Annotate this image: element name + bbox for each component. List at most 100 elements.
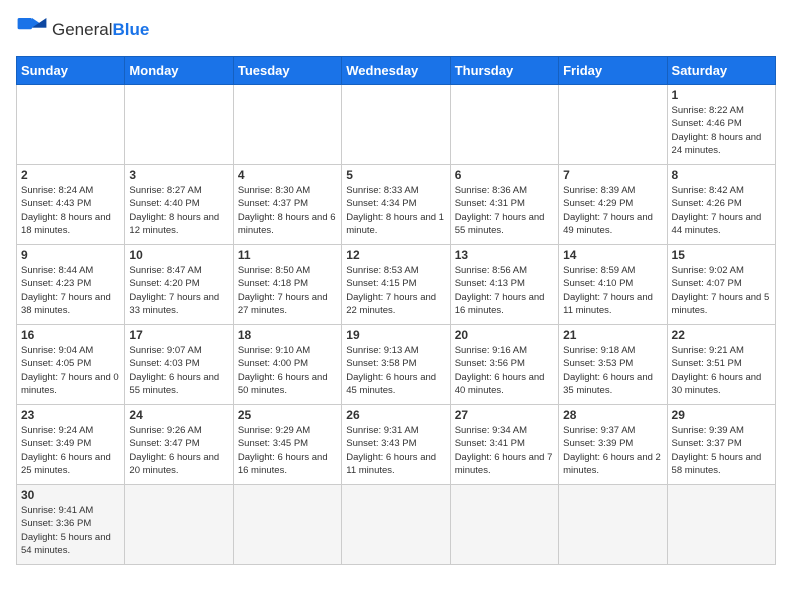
day-info: Sunrise: 9:04 AM Sunset: 4:05 PM Dayligh… bbox=[21, 344, 120, 397]
calendar-cell-5-7: 29 Sunrise: 9:39 AM Sunset: 3:37 PM Dayli… bbox=[667, 405, 775, 485]
calendar-cell-6-4 bbox=[342, 485, 450, 565]
weekday-header-thursday: Thursday bbox=[450, 57, 558, 85]
day-number: 3 bbox=[129, 168, 228, 182]
day-info: Sunrise: 9:26 AM Sunset: 3:47 PM Dayligh… bbox=[129, 424, 228, 477]
weekday-header-wednesday: Wednesday bbox=[342, 57, 450, 85]
day-number: 13 bbox=[455, 248, 554, 262]
weekday-header-monday: Monday bbox=[125, 57, 233, 85]
day-number: 8 bbox=[672, 168, 771, 182]
calendar-cell-3-4: 12Sunrise: 8:53 AM Sunset: 4:15 PM Dayli… bbox=[342, 245, 450, 325]
calendar-cell-2-4: 5 Sunrise: 8:33 AM Sunset: 4:34 PM Daylig… bbox=[342, 165, 450, 245]
calendar-cell-4-7: 22Sunrise: 9:21 AM Sunset: 3:51 PM Dayli… bbox=[667, 325, 775, 405]
day-number: 27 bbox=[455, 408, 554, 422]
day-info: Sunrise: 8:53 AM Sunset: 4:15 PM Dayligh… bbox=[346, 264, 445, 317]
day-info: Sunrise: 9:18 AM Sunset: 3:53 PM Dayligh… bbox=[563, 344, 662, 397]
week-row-5: 23 Sunrise: 9:24 AM Sunset: 3:49 PM Dayli… bbox=[17, 405, 776, 485]
calendar-cell-3-3: 11 Sunrise: 8:50 AM Sunset: 4:18 PM Dayli… bbox=[233, 245, 341, 325]
calendar-cell-5-6: 28 Sunrise: 9:37 AM Sunset: 3:39 PM Dayli… bbox=[559, 405, 667, 485]
day-number: 10 bbox=[129, 248, 228, 262]
calendar-cell-4-2: 17Sunrise: 9:07 AM Sunset: 4:03 PM Dayli… bbox=[125, 325, 233, 405]
calendar-cell-5-2: 24 Sunrise: 9:26 AM Sunset: 3:47 PM Dayli… bbox=[125, 405, 233, 485]
day-info: Sunrise: 8:33 AM Sunset: 4:34 PM Dayligh… bbox=[346, 184, 445, 237]
day-info: Sunrise: 9:16 AM Sunset: 3:56 PM Dayligh… bbox=[455, 344, 554, 397]
day-info: Sunrise: 9:37 AM Sunset: 3:39 PM Dayligh… bbox=[563, 424, 662, 477]
day-info: Sunrise: 9:34 AM Sunset: 3:41 PM Dayligh… bbox=[455, 424, 554, 477]
day-info: Sunrise: 8:56 AM Sunset: 4:13 PM Dayligh… bbox=[455, 264, 554, 317]
calendar-cell-1-2 bbox=[125, 85, 233, 165]
day-number: 6 bbox=[455, 168, 554, 182]
day-number: 26 bbox=[346, 408, 445, 422]
calendar-cell-4-5: 20 Sunrise: 9:16 AM Sunset: 3:56 PM Dayli… bbox=[450, 325, 558, 405]
calendar-cell-6-1: 30Sunrise: 9:41 AM Sunset: 3:36 PM Dayli… bbox=[17, 485, 125, 565]
day-info: Sunrise: 9:39 AM Sunset: 3:37 PM Dayligh… bbox=[672, 424, 771, 477]
day-info: Sunrise: 8:47 AM Sunset: 4:20 PM Dayligh… bbox=[129, 264, 228, 317]
day-info: Sunrise: 8:44 AM Sunset: 4:23 PM Dayligh… bbox=[21, 264, 120, 317]
day-number: 28 bbox=[563, 408, 662, 422]
day-number: 20 bbox=[455, 328, 554, 342]
calendar-cell-2-7: 8Sunrise: 8:42 AM Sunset: 4:26 PM Daylig… bbox=[667, 165, 775, 245]
calendar-cell-1-5 bbox=[450, 85, 558, 165]
day-number: 9 bbox=[21, 248, 120, 262]
day-info: Sunrise: 9:31 AM Sunset: 3:43 PM Dayligh… bbox=[346, 424, 445, 477]
calendar-cell-2-1: 2 Sunrise: 8:24 AM Sunset: 4:43 PM Daylig… bbox=[17, 165, 125, 245]
day-number: 16 bbox=[21, 328, 120, 342]
calendar-cell-3-7: 15Sunrise: 9:02 AM Sunset: 4:07 PM Dayli… bbox=[667, 245, 775, 325]
day-number: 11 bbox=[238, 248, 337, 262]
day-info: Sunrise: 8:22 AM Sunset: 4:46 PM Dayligh… bbox=[672, 104, 771, 157]
day-number: 2 bbox=[21, 168, 120, 182]
calendar-cell-1-1 bbox=[17, 85, 125, 165]
calendar-cell-5-3: 25 Sunrise: 9:29 AM Sunset: 3:45 PM Dayli… bbox=[233, 405, 341, 485]
day-info: Sunrise: 8:24 AM Sunset: 4:43 PM Dayligh… bbox=[21, 184, 120, 237]
calendar-cell-6-3 bbox=[233, 485, 341, 565]
weekday-header-tuesday: Tuesday bbox=[233, 57, 341, 85]
day-info: Sunrise: 9:13 AM Sunset: 3:58 PM Dayligh… bbox=[346, 344, 445, 397]
day-number: 24 bbox=[129, 408, 228, 422]
week-row-2: 2 Sunrise: 8:24 AM Sunset: 4:43 PM Daylig… bbox=[17, 165, 776, 245]
day-number: 14 bbox=[563, 248, 662, 262]
logo: GeneralBlue bbox=[16, 16, 149, 44]
day-info: Sunrise: 9:41 AM Sunset: 3:36 PM Dayligh… bbox=[21, 504, 120, 557]
day-number: 19 bbox=[346, 328, 445, 342]
weekday-header-saturday: Saturday bbox=[667, 57, 775, 85]
calendar-cell-1-3 bbox=[233, 85, 341, 165]
weekday-header-friday: Friday bbox=[559, 57, 667, 85]
calendar-cell-4-3: 18Sunrise: 9:10 AM Sunset: 4:00 PM Dayli… bbox=[233, 325, 341, 405]
calendar-cell-1-4 bbox=[342, 85, 450, 165]
day-number: 29 bbox=[672, 408, 771, 422]
calendar-cell-6-7 bbox=[667, 485, 775, 565]
week-row-4: 16 Sunrise: 9:04 AM Sunset: 4:05 PM Dayli… bbox=[17, 325, 776, 405]
day-number: 5 bbox=[346, 168, 445, 182]
calendar-cell-3-2: 10 Sunrise: 8:47 AM Sunset: 4:20 PM Dayli… bbox=[125, 245, 233, 325]
calendar-cell-5-1: 23 Sunrise: 9:24 AM Sunset: 3:49 PM Dayli… bbox=[17, 405, 125, 485]
calendar-cell-2-5: 6 Sunrise: 8:36 AM Sunset: 4:31 PM Daylig… bbox=[450, 165, 558, 245]
weekday-header-sunday: Sunday bbox=[17, 57, 125, 85]
day-number: 7 bbox=[563, 168, 662, 182]
calendar-cell-3-5: 13 Sunrise: 8:56 AM Sunset: 4:13 PM Dayli… bbox=[450, 245, 558, 325]
day-number: 25 bbox=[238, 408, 337, 422]
day-info: Sunrise: 8:36 AM Sunset: 4:31 PM Dayligh… bbox=[455, 184, 554, 237]
day-info: Sunrise: 9:02 AM Sunset: 4:07 PM Dayligh… bbox=[672, 264, 771, 317]
day-number: 23 bbox=[21, 408, 120, 422]
weekday-header-row: SundayMondayTuesdayWednesdayThursdayFrid… bbox=[17, 57, 776, 85]
week-row-6: 30Sunrise: 9:41 AM Sunset: 3:36 PM Dayli… bbox=[17, 485, 776, 565]
week-row-1: 1 Sunrise: 8:22 AM Sunset: 4:46 PM Daylig… bbox=[17, 85, 776, 165]
calendar-cell-3-1: 9 Sunrise: 8:44 AM Sunset: 4:23 PM Daylig… bbox=[17, 245, 125, 325]
page-header: GeneralBlue bbox=[16, 16, 776, 44]
day-info: Sunrise: 8:59 AM Sunset: 4:10 PM Dayligh… bbox=[563, 264, 662, 317]
calendar-cell-5-4: 26 Sunrise: 9:31 AM Sunset: 3:43 PM Dayli… bbox=[342, 405, 450, 485]
calendar-cell-6-2 bbox=[125, 485, 233, 565]
calendar-cell-6-5 bbox=[450, 485, 558, 565]
day-info: Sunrise: 9:07 AM Sunset: 4:03 PM Dayligh… bbox=[129, 344, 228, 397]
day-info: Sunrise: 9:29 AM Sunset: 3:45 PM Dayligh… bbox=[238, 424, 337, 477]
calendar-cell-4-6: 21Sunrise: 9:18 AM Sunset: 3:53 PM Dayli… bbox=[559, 325, 667, 405]
day-info: Sunrise: 9:10 AM Sunset: 4:00 PM Dayligh… bbox=[238, 344, 337, 397]
day-info: Sunrise: 9:21 AM Sunset: 3:51 PM Dayligh… bbox=[672, 344, 771, 397]
calendar-cell-3-6: 14 Sunrise: 8:59 AM Sunset: 4:10 PM Dayli… bbox=[559, 245, 667, 325]
calendar-cell-1-6 bbox=[559, 85, 667, 165]
day-info: Sunrise: 8:50 AM Sunset: 4:18 PM Dayligh… bbox=[238, 264, 337, 317]
day-info: Sunrise: 9:24 AM Sunset: 3:49 PM Dayligh… bbox=[21, 424, 120, 477]
week-row-3: 9 Sunrise: 8:44 AM Sunset: 4:23 PM Daylig… bbox=[17, 245, 776, 325]
calendar-cell-4-1: 16 Sunrise: 9:04 AM Sunset: 4:05 PM Dayli… bbox=[17, 325, 125, 405]
day-number: 1 bbox=[672, 88, 771, 102]
calendar-cell-2-6: 7Sunrise: 8:39 AM Sunset: 4:29 PM Daylig… bbox=[559, 165, 667, 245]
